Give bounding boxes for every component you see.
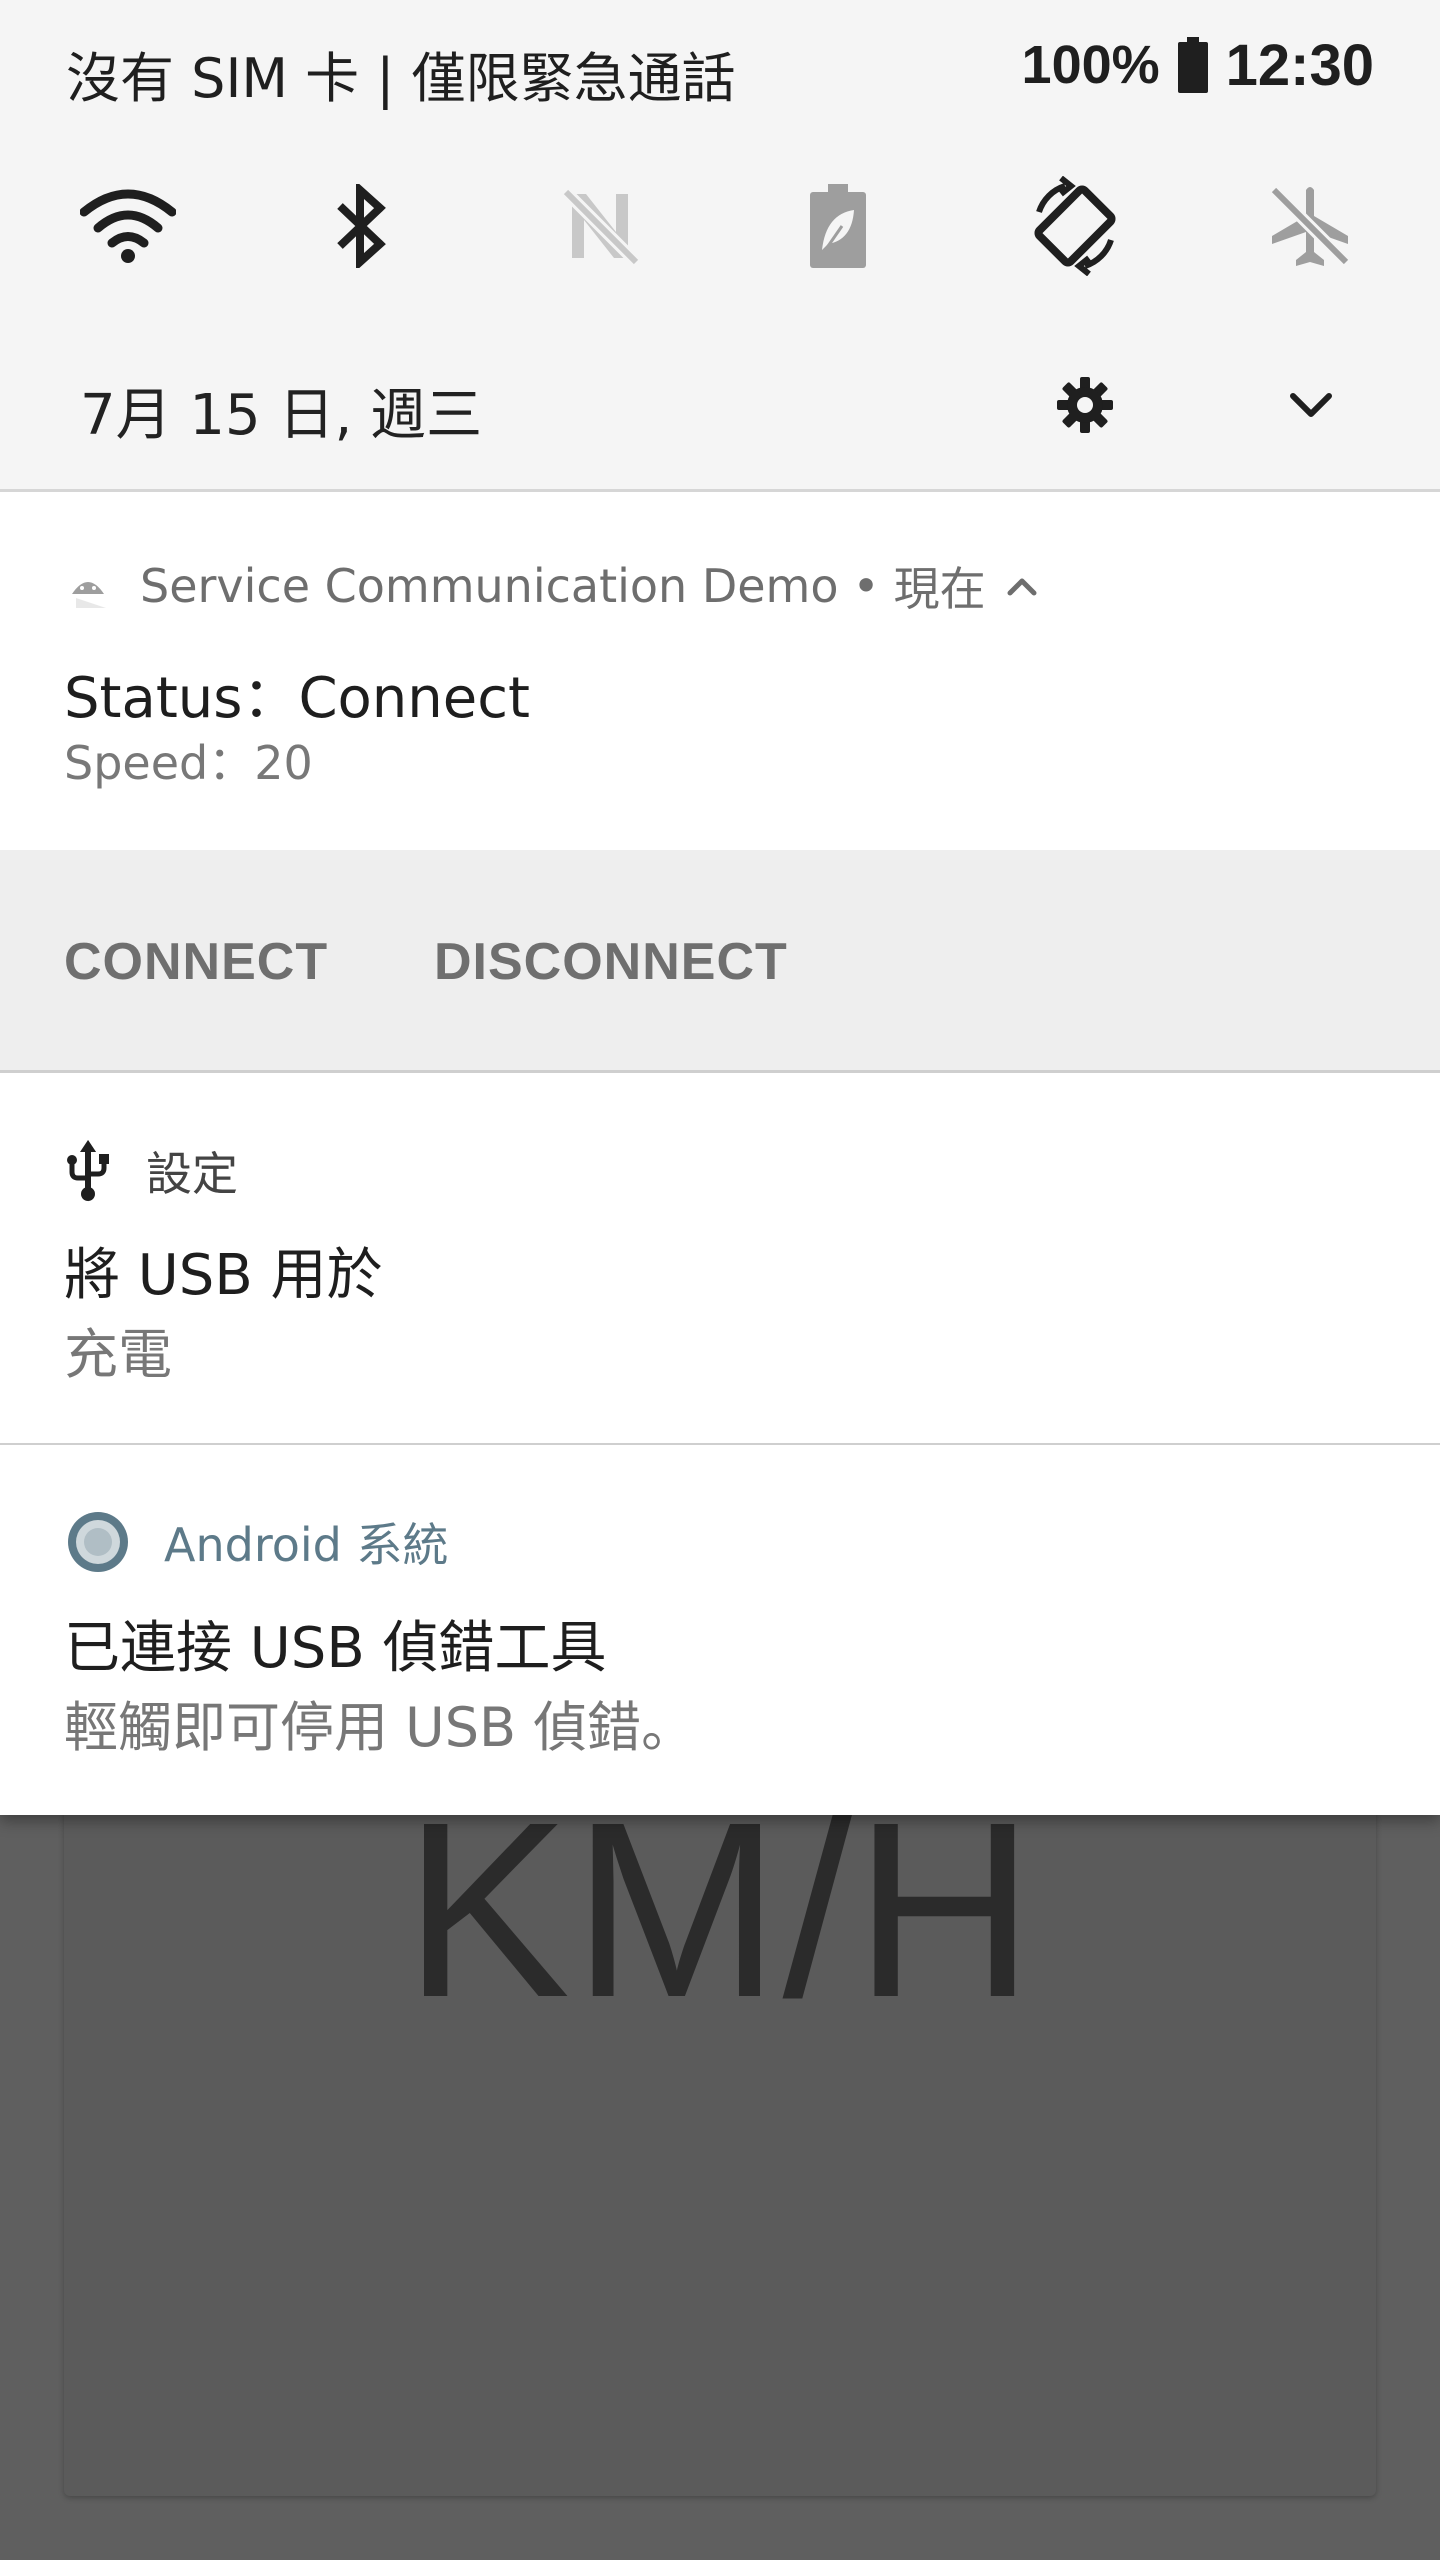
quick-settings-panel: 沒有 SIM 卡 | 僅限緊急通話 100% 12:30 7月 15 日, 週三: [0, 0, 1440, 492]
notification-service-demo[interactable]: Service Communication Demo • 現在 Status：C…: [0, 495, 1440, 1075]
chevron-up-icon[interactable]: [1002, 571, 1042, 601]
carrier-text: 沒有 SIM 卡 | 僅限緊急通話: [66, 47, 736, 110]
wifi-icon: [80, 189, 176, 263]
mobile-data-off-icon: [561, 187, 641, 267]
airplane-icon: [1269, 185, 1351, 267]
notification-time: 現在: [893, 562, 986, 616]
notification-title: 將 USB 用於: [64, 1243, 383, 1308]
battery-percent: 100%: [1021, 35, 1160, 95]
bluetooth-icon: [337, 184, 386, 268]
usb-icon: [67, 1140, 109, 1202]
auto-rotate-icon: [1034, 176, 1116, 276]
notification-text: Speed：20: [64, 736, 313, 790]
android-icon: [72, 582, 106, 608]
notification-app-name: 設定: [146, 1147, 238, 1201]
clock: 12:30: [1225, 32, 1374, 98]
notification-title: Status：Connect: [64, 666, 530, 731]
expand-button[interactable]: [1266, 360, 1356, 450]
notification-usb-debugging[interactable]: Android 系統 已連接 USB 偵錯工具 輕觸即可停用 USB 偵錯。: [0, 1447, 1440, 1815]
notification-shade: 沒有 SIM 卡 | 僅限緊急通話 100% 12:30 7月 15 日, 週三…: [0, 0, 1440, 1815]
notification-title: 已連接 USB 偵錯工具: [64, 1616, 607, 1681]
quick-tiles-row: [0, 166, 1440, 286]
chevron-down-icon: [1290, 393, 1332, 417]
gear-icon: [1057, 377, 1113, 433]
bluetooth-tile[interactable]: [302, 166, 422, 286]
android-system-icon: [68, 1512, 128, 1572]
settings-button[interactable]: [1040, 360, 1130, 450]
notification-header: Android 系統: [66, 1507, 448, 1577]
battery-saver-icon: [810, 184, 866, 268]
auto-rotate-tile[interactable]: [1015, 166, 1135, 286]
disconnect-button[interactable]: DISCONNECT: [434, 932, 788, 992]
notification-app-name: Android 系統: [164, 1518, 449, 1572]
status-bar: 沒有 SIM 卡 | 僅限緊急通話 100% 12:30: [0, 0, 1440, 134]
date-text[interactable]: 7月 15 日, 週三: [80, 370, 482, 451]
date-row: 7月 15 日, 週三: [0, 360, 1440, 450]
mobile-data-tile[interactable]: [540, 166, 660, 286]
status-bar-right: 100% 12:30: [1022, 30, 1374, 100]
notification-usb-settings[interactable]: 設定 將 USB 用於 充電: [0, 1078, 1440, 1445]
connect-button[interactable]: CONNECT: [64, 932, 328, 992]
airplane-tile[interactable]: [1250, 166, 1370, 286]
notification-header: 設定: [66, 1136, 238, 1206]
battery-saver-tile[interactable]: [778, 166, 898, 286]
speed-card: KM/H: [64, 1700, 1376, 2496]
notification-actions: CONNECT DISCONNECT: [0, 850, 1440, 1073]
wifi-tile[interactable]: [68, 166, 188, 286]
notification-text: 輕觸即可停用 USB 偵錯。: [64, 1696, 696, 1759]
notification-app-name: Service Communication Demo: [140, 559, 839, 613]
notification-header: Service Communication Demo • 現在: [66, 551, 1042, 621]
battery-icon: [1177, 37, 1208, 93]
separator-dot: •: [852, 559, 880, 613]
notification-text: 充電: [64, 1323, 172, 1386]
